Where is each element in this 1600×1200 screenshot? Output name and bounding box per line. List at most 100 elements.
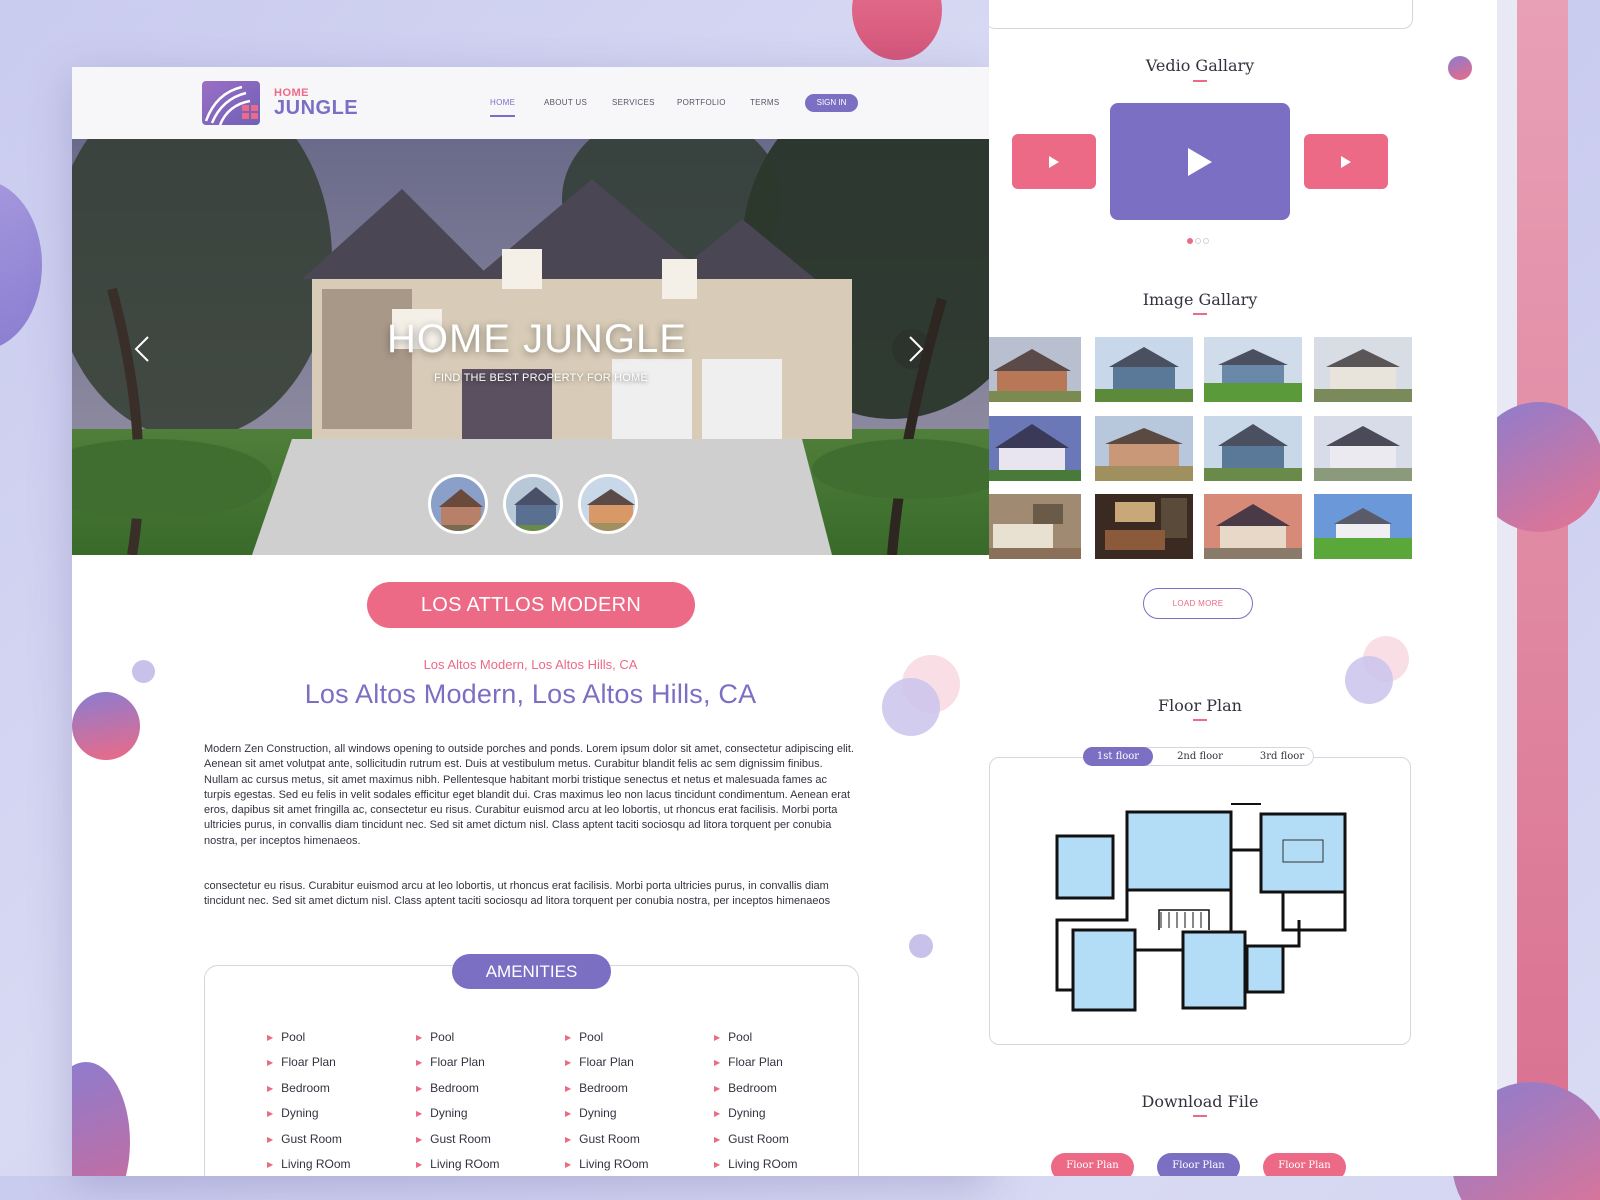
carousel-dot-active[interactable] xyxy=(1187,238,1193,244)
nav-active-indicator xyxy=(490,115,515,117)
nav-portfolio[interactable]: PORTFOLIO xyxy=(677,98,726,107)
hero-thumbnail-2[interactable] xyxy=(503,474,563,534)
gallery-image[interactable] xyxy=(1095,337,1193,402)
bullet-triangle-icon: ▶ xyxy=(267,1135,274,1144)
bullet-triangle-icon: ▶ xyxy=(714,1160,721,1169)
gallery-image[interactable] xyxy=(1314,416,1412,481)
video-player-main[interactable] xyxy=(1110,103,1290,220)
carousel-dot[interactable] xyxy=(1195,238,1201,244)
video-thumbnail-left[interactable] xyxy=(1012,134,1096,189)
amenity-item: ▶ Bedroom xyxy=(416,1081,479,1095)
gallery-image[interactable] xyxy=(1204,416,1302,481)
gallery-image[interactable] xyxy=(1314,337,1412,402)
decor-circle-right-small xyxy=(1448,56,1472,80)
hero-next-button[interactable] xyxy=(892,329,932,369)
nav-home[interactable]: HOME xyxy=(490,98,515,107)
background-circle-pink xyxy=(852,0,942,60)
video-thumbnail-right[interactable] xyxy=(1304,134,1388,189)
amenity-item: ▶ Dyning xyxy=(416,1106,468,1120)
bullet-triangle-icon: ▶ xyxy=(565,1058,572,1067)
chevron-right-icon xyxy=(909,336,924,362)
section-underline xyxy=(1193,313,1207,315)
decor-circle-dot xyxy=(909,934,933,958)
download-floor-plan-button-1[interactable]: Floor Plan xyxy=(1051,1153,1134,1176)
bullet-triangle-icon: ▶ xyxy=(267,1058,274,1067)
bullet-triangle-icon: ▶ xyxy=(714,1109,721,1118)
amenity-item: ▶ Pool xyxy=(714,1030,753,1044)
nav-about-us[interactable]: ABOUT US xyxy=(544,98,587,107)
gallery-image[interactable] xyxy=(1095,416,1193,481)
logo-text-large: JUNGLE xyxy=(274,97,359,119)
top-card-edge xyxy=(989,0,1413,29)
hero-prev-button[interactable] xyxy=(122,329,162,369)
hero-slider: HOME JUNGLE FIND THE BEST PROPERTY FOR H… xyxy=(72,139,989,555)
bullet-triangle-icon: ▶ xyxy=(267,1160,274,1169)
amenity-item: ▶ Living ROom xyxy=(267,1157,351,1171)
floor-plan-title: Floor Plan xyxy=(1158,696,1242,715)
amenity-item: ▶ Pool xyxy=(267,1030,306,1044)
site-logo[interactable]: HOME JUNGLE xyxy=(202,81,362,127)
image-gallery-title: Image Gallary xyxy=(1142,290,1258,309)
amenity-item: ▶ Dyning xyxy=(267,1106,319,1120)
amenity-item: ▶ Bedroom xyxy=(714,1081,777,1095)
amenity-item: ▶ Floar Plan xyxy=(267,1055,336,1069)
bullet-triangle-icon: ▶ xyxy=(565,1160,572,1169)
hero-thumbnail-1[interactable] xyxy=(428,474,488,534)
amenity-item: ▶ Bedroom xyxy=(565,1081,628,1095)
amenity-item: ▶ Gust Room xyxy=(714,1132,789,1146)
decor-circle-bottom-left xyxy=(72,1062,130,1176)
tab-1st-floor[interactable]: 1st floor xyxy=(1083,747,1153,766)
download-floor-plan-button-2[interactable]: Floor Plan xyxy=(1157,1153,1240,1176)
download-floor-plan-button-3[interactable]: Floor Plan xyxy=(1263,1153,1346,1176)
decor-circle-pale-purple xyxy=(882,678,940,736)
hero-title: HOME JUNGLE xyxy=(387,317,687,361)
amenity-item: ▶ Pool xyxy=(416,1030,455,1044)
tab-2nd-floor[interactable]: 2nd floor xyxy=(1165,747,1235,766)
amenity-item: ▶ Living ROom xyxy=(565,1157,649,1171)
gallery-image[interactable] xyxy=(989,337,1081,402)
listing-subheading: Los Altos Modern, Los Altos Hills, CA xyxy=(423,657,638,672)
amenities-title: AMENITIES xyxy=(452,954,611,989)
amenity-item: ▶ Dyning xyxy=(565,1106,617,1120)
gallery-image[interactable] xyxy=(1204,337,1302,402)
house-logo-icon xyxy=(202,81,260,126)
gallery-image[interactable] xyxy=(1095,494,1193,559)
section-underline xyxy=(1193,80,1207,82)
play-icon xyxy=(1049,156,1059,168)
section-underline xyxy=(1193,1115,1207,1117)
bullet-triangle-icon: ▶ xyxy=(714,1135,721,1144)
listing-paragraph-2: consectetur eu risus. Curabitur euismod … xyxy=(204,880,831,908)
amenity-item: ▶ Gust Room xyxy=(565,1132,640,1146)
amenity-item: ▶ Pool xyxy=(565,1030,604,1044)
hero-thumbnail-3[interactable] xyxy=(578,474,638,534)
amenity-item: ▶ Dyning xyxy=(714,1106,766,1120)
bullet-triangle-icon: ▶ xyxy=(267,1109,274,1118)
bullet-triangle-icon: ▶ xyxy=(267,1084,274,1093)
nav-terms[interactable]: TERMS xyxy=(750,98,780,107)
bullet-triangle-icon: ▶ xyxy=(714,1084,721,1093)
bullet-triangle-icon: ▶ xyxy=(565,1033,572,1042)
carousel-dot[interactable] xyxy=(1203,238,1209,244)
bullet-triangle-icon: ▶ xyxy=(416,1033,423,1042)
floor-plan-drawing xyxy=(1055,803,1347,1012)
sign-in-button[interactable]: SIGN IN xyxy=(805,94,858,112)
amenity-item: ▶ Living ROom xyxy=(714,1157,798,1171)
amenity-item: ▶ Bedroom xyxy=(267,1081,330,1095)
bullet-triangle-icon: ▶ xyxy=(416,1058,423,1067)
download-file-title: Download File xyxy=(1141,1092,1259,1111)
play-icon xyxy=(1341,156,1351,168)
nav-services[interactable]: SERVICES xyxy=(612,98,655,107)
tab-3rd-floor[interactable]: 3rd floor xyxy=(1247,747,1317,766)
gallery-image[interactable] xyxy=(1314,494,1412,559)
bullet-triangle-icon: ▶ xyxy=(565,1135,572,1144)
section-underline xyxy=(1193,719,1207,721)
bullet-triangle-icon: ▶ xyxy=(565,1109,572,1118)
background-circle-purple xyxy=(0,180,42,350)
load-more-button[interactable]: LOAD MORE xyxy=(1143,588,1253,619)
video-gallery-title: Vedio Gallary xyxy=(1145,56,1255,75)
listing-heading: Los Altos Modern, Los Altos Hills, CA xyxy=(304,679,757,709)
gallery-image[interactable] xyxy=(989,416,1081,481)
amenity-item: ▶ Living ROom xyxy=(416,1157,500,1171)
gallery-image[interactable] xyxy=(1204,494,1302,559)
gallery-image[interactable] xyxy=(989,494,1081,559)
